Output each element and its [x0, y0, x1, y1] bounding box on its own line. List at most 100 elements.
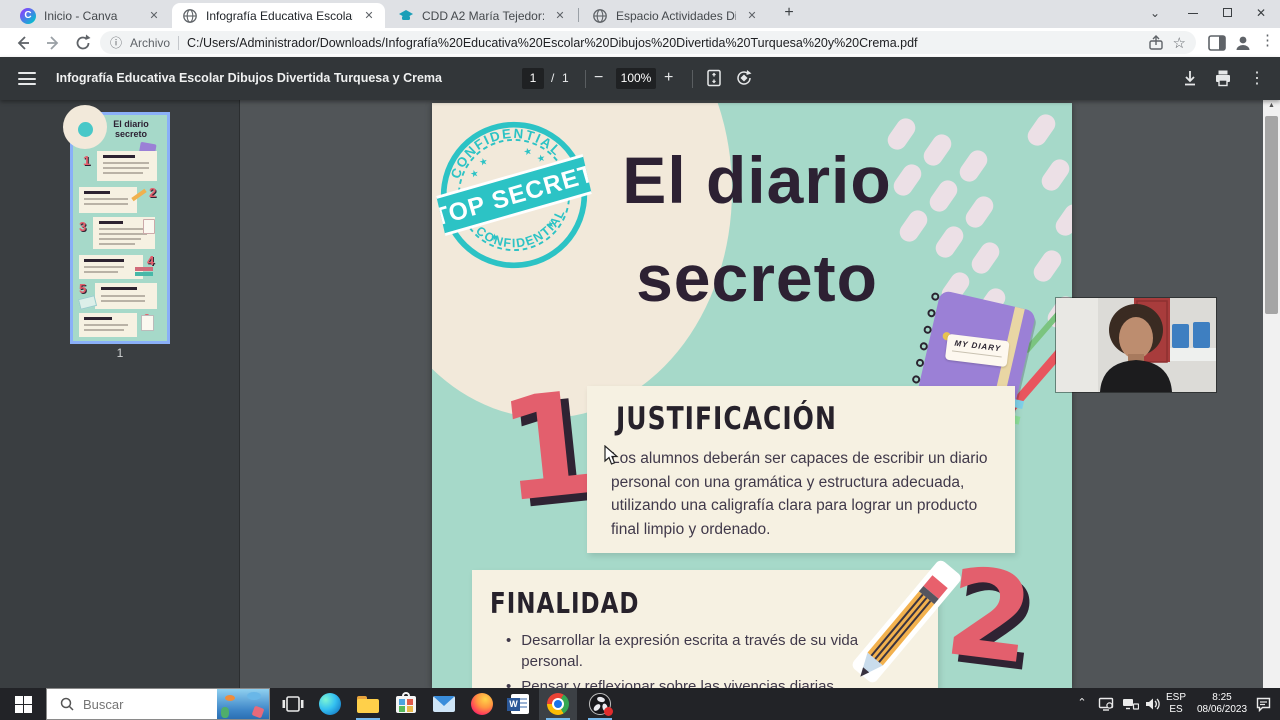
profile-avatar-icon[interactable]: [1232, 32, 1254, 54]
search-input[interactable]: [83, 696, 203, 712]
url-text: C:/Users/Administrador/Downloads/Infogra…: [187, 35, 918, 50]
rotate-icon[interactable]: [734, 68, 754, 88]
taskbar-store[interactable]: [387, 688, 425, 720]
tab-close-icon[interactable]: ✕: [361, 8, 377, 24]
window-maximize-button[interactable]: [1212, 0, 1242, 26]
tab-cdd-maria[interactable]: CDD A2 María Tejedor: Repaso N ✕: [388, 3, 576, 28]
search-highlight-image[interactable]: [217, 689, 269, 719]
taskbar-word[interactable]: W: [501, 688, 539, 720]
thumb-number: 4: [147, 253, 155, 268]
page-separator: /: [551, 71, 555, 85]
thumb-clipboard: [141, 315, 154, 331]
tab-close-icon[interactable]: ✕: [552, 8, 568, 24]
search-icon: [60, 697, 74, 711]
tab-close-icon[interactable]: ✕: [744, 8, 760, 24]
share-icon[interactable]: [1147, 34, 1165, 52]
download-icon[interactable]: [1180, 68, 1200, 88]
taskbar-file-explorer[interactable]: [349, 688, 387, 720]
scrollbar-thumb[interactable]: [1265, 116, 1278, 314]
volume-icon[interactable]: [1145, 696, 1162, 712]
thumb-number: 3: [79, 219, 87, 234]
tab-canva[interactable]: C Inicio - Canva ✕: [10, 3, 170, 28]
print-icon[interactable]: [1213, 68, 1233, 88]
taskbar-firefox[interactable]: [463, 688, 501, 720]
pdf-menu-icon[interactable]: [18, 72, 36, 85]
obs-icon: [589, 693, 613, 716]
tray-chevron-icon[interactable]: ⌃: [1074, 696, 1090, 709]
thumbnail-page-label: 1: [116, 346, 124, 360]
mail-icon: [433, 696, 455, 712]
tab-close-icon[interactable]: ✕: [146, 8, 162, 24]
language-indicator[interactable]: ESP ES: [1163, 692, 1189, 716]
page-info-icon[interactable]: ⓘ: [110, 34, 122, 51]
url-bar[interactable]: ⓘ Archivo C:/Users/Administrador/Downloa…: [100, 31, 1196, 54]
network-icon[interactable]: [1122, 696, 1139, 712]
pdf-scrollbar[interactable]: ▲: [1263, 100, 1280, 688]
tray-time: 8:25: [1212, 692, 1232, 703]
toolbar-divider: [692, 70, 693, 88]
toolbar-divider: [585, 70, 586, 88]
page-number-input[interactable]: 1: [522, 68, 544, 89]
chrome-icon: [547, 693, 569, 715]
task-view-icon[interactable]: [281, 692, 305, 716]
taskbar-mail[interactable]: [425, 688, 463, 720]
finalidad-bullets: • Desarrollar la expresión escrita a trav…: [506, 630, 878, 688]
taskbar-search-box[interactable]: [46, 688, 270, 720]
thumb-stamp: [78, 122, 93, 137]
action-center-icon[interactable]: [1255, 696, 1272, 712]
edge-icon: [319, 693, 341, 715]
taskbar-edge[interactable]: [311, 688, 349, 720]
pdf-document-title: Infografía Educativa Escolar Dibujos Div…: [56, 71, 442, 85]
canva-icon: C: [20, 7, 36, 24]
desktop-screen: C Inicio - Canva ✕ Infografía Educativa …: [0, 0, 1280, 720]
svg-text:★: ★: [469, 168, 480, 181]
taskbar-chrome[interactable]: [539, 688, 577, 720]
file-explorer-icon: [357, 695, 379, 713]
window-minimize-button[interactable]: [1178, 0, 1208, 26]
forward-icon[interactable]: [42, 32, 64, 54]
title-line-2: secreto: [636, 241, 878, 315]
thumb-number: 5: [79, 281, 87, 296]
browser-menu-icon[interactable]: ⋮: [1260, 31, 1275, 49]
url-divider: [178, 35, 180, 50]
tab-search-chevron-icon[interactable]: ⌄: [1140, 0, 1170, 26]
zoom-level[interactable]: 100%: [616, 68, 656, 89]
fit-page-icon[interactable]: [704, 68, 724, 88]
clock[interactable]: 8:25 08/06/2023: [1192, 692, 1252, 716]
pdf-page: CONFIDENTIAL CONFIDENTIAL ★ ★ ★ ★ ★ ★ TOP S…: [432, 103, 1072, 688]
lang-code: ESP: [1165, 692, 1186, 703]
reload-icon[interactable]: [72, 32, 94, 54]
tab-title: Infografía Educativa Escolar Dibu: [206, 8, 353, 23]
course-icon: [399, 9, 413, 20]
svg-text:★: ★: [490, 231, 501, 244]
thumb-books: [135, 272, 153, 276]
scroll-up-icon[interactable]: ▲: [1263, 102, 1280, 109]
url-scheme-label: Archivo: [130, 35, 171, 50]
side-panel-icon[interactable]: [1206, 32, 1228, 54]
pdf-more-menu-icon[interactable]: ⋮: [1249, 68, 1265, 88]
tab-infografia-pdf[interactable]: Infografía Educativa Escolar Dibu ✕: [172, 3, 385, 28]
remote-desktop-icon[interactable]: [1098, 696, 1114, 712]
bookmark-star-icon[interactable]: ☆: [1173, 34, 1186, 52]
zoom-in-icon[interactable]: +: [664, 69, 673, 87]
page-thumbnail[interactable]: El diario secreto 1 2 3 4 5 6: [63, 105, 170, 344]
svg-text:★: ★: [536, 152, 547, 165]
globe-icon: [593, 8, 607, 23]
taskbar-obs[interactable]: [581, 688, 619, 720]
globe-icon: [183, 8, 197, 23]
word-icon: W: [507, 694, 529, 714]
justificacion-card: JUSTIFICACIÓN Los alumnos deberán ser ca…: [587, 386, 1015, 553]
new-tab-button[interactable]: +: [776, 0, 802, 26]
thumb-number: 2: [149, 185, 157, 200]
lang-code-short: ES: [1169, 704, 1183, 715]
tab-espacio-pdf[interactable]: Espacio Actividades Diario.pdf ✕: [582, 3, 768, 28]
thumbnail-panel: El diario secreto 1 2 3 4 5 6: [0, 100, 240, 688]
zoom-out-icon[interactable]: −: [594, 69, 603, 87]
window-close-button[interactable]: ✕: [1246, 0, 1276, 26]
back-icon[interactable]: [12, 32, 34, 54]
start-button[interactable]: [0, 688, 46, 720]
store-icon: [396, 691, 416, 713]
tab-title: CDD A2 María Tejedor: Repaso N: [422, 8, 544, 23]
windows-taskbar: W ⌃ ESP ES 8:25 08/06/2023: [0, 688, 1280, 720]
section-heading: JUSTIFICACIÓN: [616, 400, 837, 437]
